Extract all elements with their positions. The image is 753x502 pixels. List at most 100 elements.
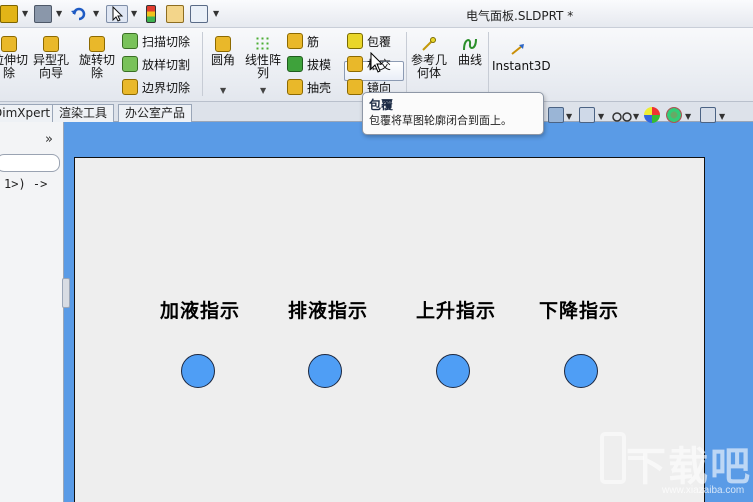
fillet-button[interactable]: 圆角 xyxy=(206,36,240,67)
mirror-icon xyxy=(347,79,363,95)
chevron-down-icon[interactable]: ▼ xyxy=(22,9,28,18)
chevron-down-icon[interactable]: ▼ xyxy=(213,9,219,18)
shell-label: 抽壳 xyxy=(307,81,332,95)
chevron-down-icon[interactable]: ▼ xyxy=(260,86,266,95)
rib-icon xyxy=(287,33,303,49)
watermark-url: www.xiazaiba.com xyxy=(662,485,745,496)
intersect-button[interactable]: 相交 xyxy=(347,55,391,75)
watermark-brand: 下载吧 xyxy=(626,444,752,490)
tab-label: 渲染工具 xyxy=(59,106,108,120)
draft-label: 拔模 xyxy=(307,58,332,72)
revolved-cut-button[interactable]: 旋转切 除 xyxy=(76,36,118,80)
lofted-cut-button[interactable]: 放样切割 xyxy=(122,55,190,75)
expand-chevron-icon[interactable]: » xyxy=(45,132,53,147)
wrap-icon xyxy=(347,33,363,49)
tab-label: DimXpert xyxy=(0,106,51,120)
hole-wizard-icon xyxy=(43,36,59,52)
curves-label: 曲线 xyxy=(457,53,482,67)
fillet-icon xyxy=(215,36,231,52)
document-title: 电气面板.SLDPRT * xyxy=(466,9,574,23)
section-view-icon[interactable] xyxy=(548,107,564,123)
linear-pattern-button[interactable]: 线性阵 列 xyxy=(242,36,284,80)
undo-icon[interactable] xyxy=(70,5,88,23)
indicator-label-drain-liquid: 排液指示 xyxy=(288,300,369,322)
swept-cut-icon xyxy=(122,33,138,49)
hole-wizard-button[interactable]: 异型孔 向导 xyxy=(30,36,72,80)
curves-icon xyxy=(462,36,478,52)
chevron-down-icon[interactable]: ▼ xyxy=(719,112,725,121)
feature-tree-node[interactable]: 1>) -> xyxy=(4,177,47,191)
chevron-down-icon[interactable]: ▼ xyxy=(566,112,572,121)
extruded-cut-icon xyxy=(1,36,17,52)
wrap-button[interactable]: 包覆 xyxy=(347,32,391,52)
wrap-tooltip: 包覆 包覆将草图轮廓闭合到面上。 xyxy=(362,92,544,135)
rib-label: 筋 xyxy=(307,35,320,49)
indicator-circle-add-liquid[interactable] xyxy=(181,354,215,388)
shell-button[interactable]: 抽壳 xyxy=(287,78,331,98)
mouse-cursor-icon xyxy=(370,52,384,73)
chevron-down-icon[interactable]: ▼ xyxy=(633,112,639,121)
options-list-icon[interactable] xyxy=(190,5,208,23)
swept-cut-button[interactable]: 扫描切除 xyxy=(122,32,190,52)
print-icon[interactable] xyxy=(34,5,52,23)
boundary-cut-button[interactable]: 边界切除 xyxy=(122,78,190,98)
tab-dimxpert[interactable]: DimXpert xyxy=(0,104,58,122)
indicator-label-add-liquid: 加液指示 xyxy=(160,300,241,322)
tooltip-title: 包覆 xyxy=(369,98,394,112)
wrap-label: 包覆 xyxy=(367,35,392,49)
rib-button[interactable]: 筋 xyxy=(287,32,319,52)
draft-button[interactable]: 拔模 xyxy=(287,55,331,75)
boundary-cut-icon xyxy=(122,79,138,95)
revolved-cut-icon xyxy=(89,36,105,52)
tab-office-products[interactable]: 办公室产品 xyxy=(118,104,193,122)
ribbon-separator xyxy=(406,32,407,96)
linear-pattern-label: 线性阵 列 xyxy=(244,53,281,80)
revolved-cut-label: 旋转切 除 xyxy=(78,53,115,80)
instant3d-label: Instant3D xyxy=(492,59,551,73)
linear-pattern-icon xyxy=(255,36,271,52)
chevron-down-icon[interactable]: ▼ xyxy=(598,112,604,121)
chevron-down-icon[interactable]: ▼ xyxy=(131,9,137,18)
scene-icon[interactable] xyxy=(666,107,682,123)
view-settings-icon[interactable] xyxy=(700,107,716,123)
ribbon-separator xyxy=(202,32,203,96)
lofted-cut-icon xyxy=(122,56,138,72)
fillet-label: 圆角 xyxy=(210,53,235,67)
swept-cut-label: 扫描切除 xyxy=(142,35,191,49)
extruded-cut-button[interactable]: 拉伸切 除 xyxy=(0,36,29,80)
tab-label: 办公室产品 xyxy=(125,106,186,120)
chevron-down-icon[interactable]: ▼ xyxy=(93,9,99,18)
extruded-cut-label: 拉伸切 除 xyxy=(0,53,29,80)
tab-render-tools[interactable]: 渲染工具 xyxy=(52,104,115,122)
shell-icon xyxy=(287,79,303,95)
indicator-label-rise: 上升指示 xyxy=(416,300,497,322)
view-orientation-icon[interactable] xyxy=(579,107,595,123)
rebuild-icon[interactable] xyxy=(146,5,156,23)
hole-wizard-label: 异型孔 向导 xyxy=(32,53,69,80)
chevron-down-icon[interactable]: ▼ xyxy=(220,86,226,95)
appearance-icon[interactable] xyxy=(644,107,660,123)
ribbon-separator xyxy=(488,32,489,96)
intersect-icon xyxy=(347,56,363,72)
instant3d-button[interactable]: Instant3D xyxy=(492,42,551,73)
reference-geometry-label: 参考几 何体 xyxy=(410,53,447,80)
reference-geometry-icon xyxy=(421,36,437,52)
indicator-label-fall: 下降指示 xyxy=(539,300,620,322)
indicator-circle-fall[interactable] xyxy=(564,354,598,388)
indicator-circle-drain-liquid[interactable] xyxy=(308,354,342,388)
hide-show-icon[interactable] xyxy=(611,107,633,123)
feature-filter-input[interactable] xyxy=(0,154,60,172)
options-icon[interactable] xyxy=(0,5,18,23)
curves-button[interactable]: 曲线 xyxy=(454,36,486,67)
boundary-cut-label: 边界切除 xyxy=(142,81,191,95)
chevron-down-icon[interactable]: ▼ xyxy=(685,112,691,121)
indicator-circle-rise[interactable] xyxy=(436,354,470,388)
reference-geometry-button[interactable]: 参考几 何体 xyxy=(408,36,450,80)
draft-icon xyxy=(287,56,303,72)
lofted-cut-label: 放样切割 xyxy=(142,58,191,72)
select-pointer-icon[interactable] xyxy=(106,5,128,23)
chevron-down-icon[interactable]: ▼ xyxy=(56,9,62,18)
file-properties-icon[interactable] xyxy=(166,5,184,23)
quick-access-toolbar: ▼ ▼ ▼ ▼ ▼ 电气面板.SLDPRT * xyxy=(0,0,753,28)
panel-resize-handle[interactable] xyxy=(62,278,70,308)
